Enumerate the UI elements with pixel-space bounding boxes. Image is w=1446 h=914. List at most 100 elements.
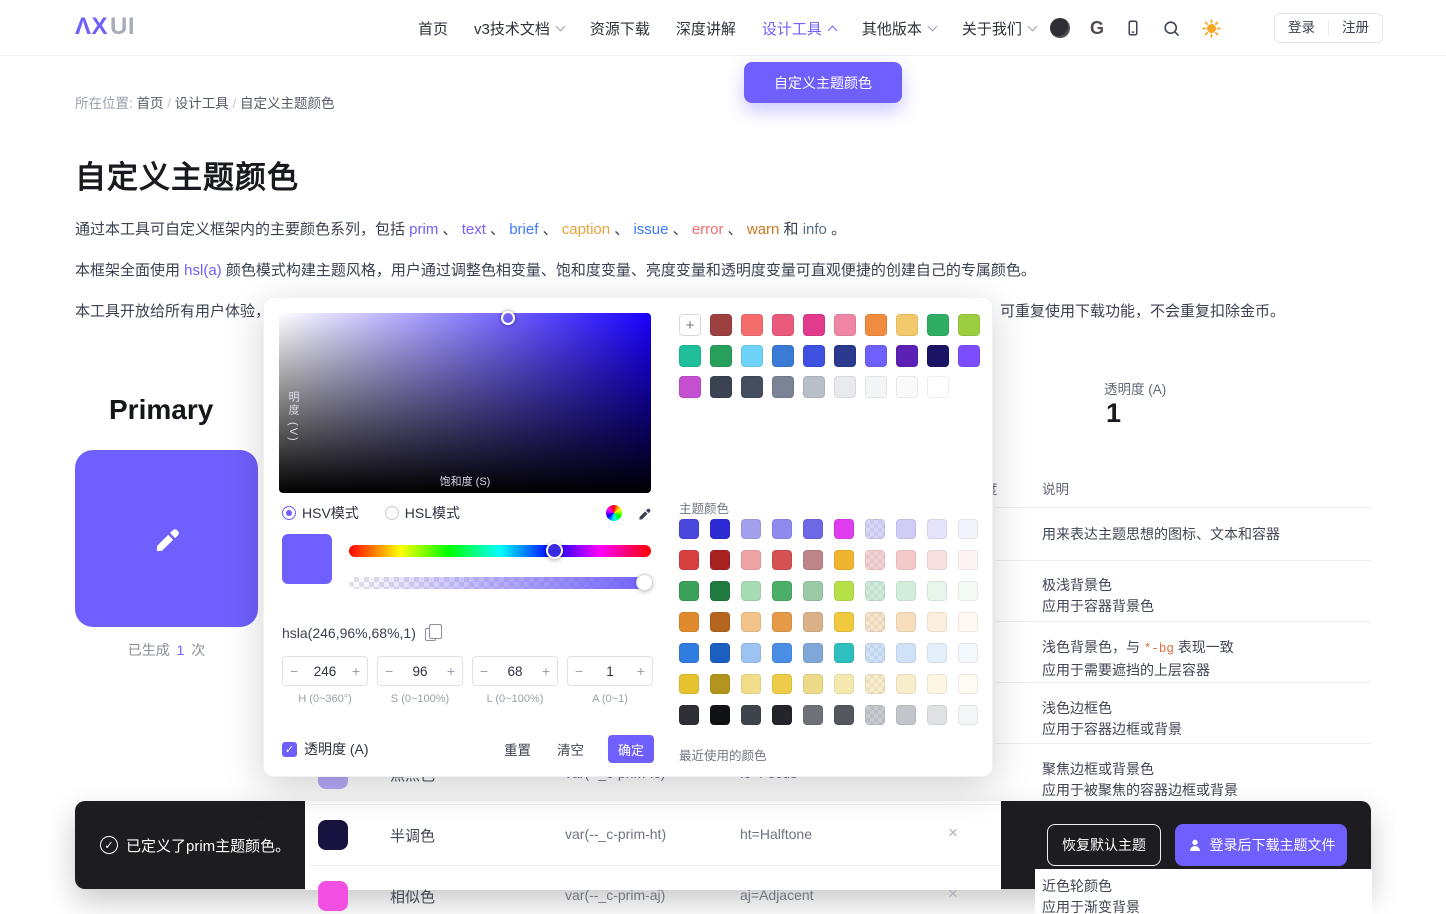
remove-row-button[interactable]: × [948, 884, 958, 904]
breadcrumb-item[interactable]: 设计工具 [175, 96, 229, 111]
theme-color-swatch[interactable] [865, 643, 885, 663]
copy-icon[interactable] [425, 628, 436, 641]
theme-color-swatch[interactable] [710, 519, 730, 539]
color-series-tag-issue[interactable]: issue [633, 221, 668, 238]
theme-color-swatch[interactable] [958, 643, 978, 663]
theme-color-swatch[interactable] [710, 674, 730, 694]
theme-color-swatch[interactable] [834, 519, 854, 539]
alpha-slider[interactable] [349, 577, 651, 589]
restore-default-theme-button[interactable]: 恢复默认主题 [1047, 824, 1161, 866]
community-icon[interactable] [1050, 18, 1070, 38]
theme-color-swatch[interactable] [803, 705, 823, 725]
theme-color-swatch[interactable] [958, 550, 978, 570]
nav-home[interactable]: 首页 [418, 18, 448, 39]
color-swatch[interactable] [865, 314, 887, 336]
color-swatch[interactable] [834, 345, 856, 367]
color-series-tag-text[interactable]: text [462, 221, 486, 238]
theme-color-swatch[interactable] [958, 519, 978, 539]
theme-color-swatch[interactable] [896, 550, 916, 570]
confirm-button[interactable]: 确定 [608, 735, 654, 763]
theme-color-swatch[interactable] [772, 674, 792, 694]
theme-color-swatch[interactable] [834, 674, 854, 694]
download-theme-button[interactable]: 登录后下载主题文件 [1175, 824, 1347, 866]
theme-color-swatch[interactable] [958, 581, 978, 601]
theme-color-swatch[interactable] [772, 550, 792, 570]
hsv-mode-radio[interactable]: HSV模式 [282, 503, 359, 523]
increment-button[interactable]: + [637, 663, 645, 679]
theme-color-swatch[interactable] [679, 519, 699, 539]
theme-color-swatch[interactable] [927, 519, 947, 539]
theme-color-swatch[interactable] [896, 643, 916, 663]
increment-button[interactable]: + [542, 663, 550, 679]
primary-color-swatch[interactable] [75, 450, 258, 627]
theme-color-swatch[interactable] [927, 581, 947, 601]
reset-button[interactable]: 重置 [504, 739, 531, 759]
theme-color-swatch[interactable] [865, 705, 885, 725]
register-button[interactable]: 注册 [1329, 14, 1382, 42]
theme-color-swatch[interactable] [865, 612, 885, 632]
color-swatch[interactable] [834, 314, 856, 336]
color-swatch[interactable] [803, 376, 825, 398]
color-swatch[interactable] [772, 376, 794, 398]
theme-color-swatch[interactable] [803, 581, 823, 601]
color-swatch[interactable] [710, 314, 732, 336]
color-swatch[interactable] [710, 376, 732, 398]
theme-color-swatch[interactable] [927, 674, 947, 694]
color-swatch[interactable] [679, 345, 701, 367]
theme-color-swatch[interactable] [679, 705, 699, 725]
nav-downloads[interactable]: 资源下载 [590, 18, 650, 39]
theme-color-swatch[interactable] [896, 519, 916, 539]
color-swatch[interactable] [803, 345, 825, 367]
hsl-link[interactable]: hsl(a) [184, 262, 222, 279]
theme-color-swatch[interactable] [772, 643, 792, 663]
hsl-mode-radio[interactable]: HSL模式 [385, 503, 460, 523]
color-series-tag-prim[interactable]: prim [409, 221, 438, 238]
theme-color-swatch[interactable] [803, 519, 823, 539]
decrement-button[interactable]: − [480, 663, 488, 679]
theme-color-swatch[interactable] [741, 612, 761, 632]
color-swatch[interactable] [896, 345, 918, 367]
nav-about[interactable]: 关于我们 [962, 18, 1036, 39]
theme-color-swatch[interactable] [834, 705, 854, 725]
color-wheel-icon[interactable] [606, 505, 622, 521]
theme-color-swatch[interactable] [741, 643, 761, 663]
color-swatch[interactable] [679, 376, 701, 398]
color-swatch[interactable] [958, 345, 980, 367]
theme-color-swatch[interactable] [958, 674, 978, 694]
color-swatch[interactable] [772, 345, 794, 367]
clear-button[interactable]: 清空 [557, 739, 584, 759]
alpha-handle[interactable] [636, 574, 653, 591]
theme-color-swatch[interactable] [896, 705, 916, 725]
decrement-button[interactable]: − [385, 663, 393, 679]
color-swatch[interactable] [927, 345, 949, 367]
color-swatch[interactable] [741, 376, 763, 398]
hue-slider[interactable] [349, 545, 651, 557]
theme-color-swatch[interactable] [772, 705, 792, 725]
theme-color-swatch[interactable] [679, 612, 699, 632]
hue-handle[interactable] [546, 542, 563, 559]
color-series-tag-warn[interactable]: warn [747, 221, 780, 238]
theme-color-swatch[interactable] [834, 581, 854, 601]
theme-color-swatch[interactable] [772, 581, 792, 601]
theme-color-swatch[interactable] [896, 612, 916, 632]
color-swatch[interactable] [741, 345, 763, 367]
theme-color-swatch[interactable] [710, 581, 730, 601]
theme-color-swatch[interactable] [927, 612, 947, 632]
color-swatch[interactable] [834, 376, 856, 398]
breadcrumb-item[interactable]: 自定义主题颜色 [240, 96, 335, 111]
theme-color-swatch[interactable] [741, 519, 761, 539]
color-series-tag-brief[interactable]: brief [509, 221, 538, 238]
theme-color-swatch[interactable] [679, 643, 699, 663]
theme-color-swatch[interactable] [958, 612, 978, 632]
sv-handle[interactable] [501, 311, 515, 325]
decrement-button[interactable]: − [575, 663, 583, 679]
theme-color-swatch[interactable] [927, 705, 947, 725]
add-color-button[interactable]: + [679, 314, 701, 336]
theme-color-swatch[interactable] [834, 643, 854, 663]
color-swatch[interactable] [927, 314, 949, 336]
theme-color-swatch[interactable] [741, 581, 761, 601]
decrement-button[interactable]: − [290, 663, 298, 679]
theme-color-swatch[interactable] [865, 550, 885, 570]
logo[interactable]: ΛXUI [75, 13, 135, 41]
theme-color-swatch[interactable] [710, 550, 730, 570]
